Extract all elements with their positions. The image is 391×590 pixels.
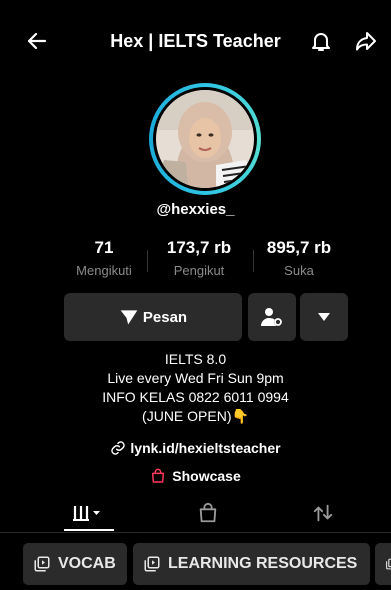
stat-following-label: Mengikuti — [76, 263, 132, 278]
playlist-chips: VOCAB LEARNING RESOURCES — [0, 543, 391, 587]
bio-line: Live every Wed Fri Sun 9pm — [107, 370, 284, 386]
avatar — [156, 90, 254, 188]
chip-label: LEARNING RESOURCES — [168, 555, 358, 572]
stat-following[interactable]: 71 Mengikuti — [54, 238, 154, 278]
stat-followers[interactable]: 173,7 rb Pengikut — [149, 238, 249, 278]
stat-likes-value: 895,7 rb — [266, 238, 332, 257]
playlist-icon — [144, 556, 160, 572]
bell-icon[interactable] — [306, 26, 336, 56]
stat-likes[interactable]: 895,7 rb Suka — [249, 238, 349, 278]
showcase-link[interactable]: Showcase — [0, 468, 391, 484]
tab-reposts[interactable] — [303, 496, 343, 530]
chip-learning-resources[interactable]: LEARNING RESOURCES — [133, 543, 370, 585]
content-tabs — [0, 496, 391, 533]
profile-link-text: lynk.id/hexieltsteacher — [130, 440, 281, 456]
more-options-button[interactable] — [300, 293, 348, 341]
divider — [147, 250, 148, 272]
stat-following-value: 71 — [94, 238, 114, 257]
grid-icon — [73, 506, 100, 521]
username-handle: @hexxies_ — [156, 201, 235, 218]
showcase-label: Showcase — [172, 468, 241, 484]
profile-bio: IELTS 8.0 Live every Wed Fri Sun 9pm INF… — [0, 350, 391, 426]
avatar-story-ring[interactable] — [149, 83, 261, 195]
bio-line: INFO KELAS 0822 6011 0994 — [102, 389, 289, 405]
playlist-icon — [34, 556, 50, 572]
message-button[interactable]: Pesan — [64, 293, 242, 341]
tab-videos-grid[interactable] — [68, 496, 108, 530]
user-settings-button[interactable] — [248, 293, 296, 341]
stat-likes-label: Suka — [284, 263, 314, 278]
share-icon[interactable] — [351, 26, 381, 56]
link-icon — [111, 441, 126, 455]
dropdown-triangle-icon — [318, 313, 330, 321]
send-icon — [120, 310, 138, 325]
stat-followers-value: 173,7 rb — [166, 238, 232, 257]
chip-partial[interactable] — [375, 543, 391, 585]
user-gear-icon — [261, 308, 282, 326]
bio-line: (JUNE OPEN)👇 — [142, 408, 249, 424]
repost-icon — [313, 504, 333, 522]
message-button-label: Pesan — [142, 308, 188, 326]
stat-followers-label: Pengikut — [173, 263, 225, 278]
bio-line: IELTS 8.0 — [164, 351, 227, 367]
active-tab-indicator — [64, 529, 114, 531]
playlist-icon — [386, 558, 391, 570]
chip-vocab[interactable]: VOCAB — [23, 543, 127, 585]
shopping-bag-icon — [152, 468, 165, 483]
profile-link[interactable]: lynk.id/hexieltsteacher — [0, 440, 391, 456]
tab-shop[interactable] — [188, 496, 228, 530]
shopping-bag-icon — [199, 502, 217, 523]
top-bar: Hex | IELTS Teacher — [0, 0, 391, 80]
chip-label: VOCAB — [58, 555, 116, 572]
